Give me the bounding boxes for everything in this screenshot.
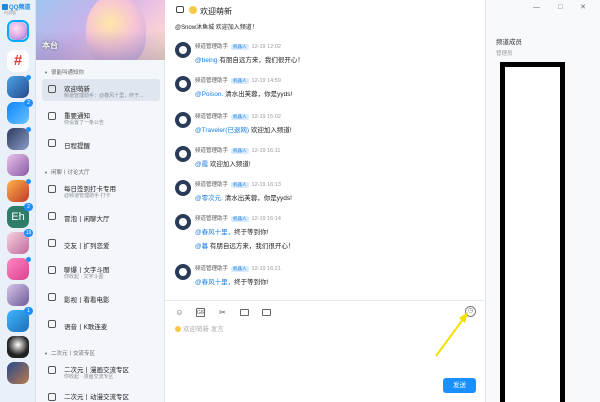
members-panel: — □ ✕ 频道成员 管理员: [485, 0, 600, 402]
message-item: 频道管理助手 机器人 12-19 16:14 @春风十里，终于等到你! @暮 有朋自…: [175, 214, 475, 254]
bot-avatar[interactable]: [175, 146, 191, 162]
user-mention[interactable]: @春风十里，: [195, 279, 234, 286]
user-mention[interactable]: @零次元.: [195, 195, 223, 202]
gif-icon[interactable]: GIF: [196, 308, 205, 317]
microphone-icon: [48, 320, 56, 328]
smile-emoji-icon: [189, 6, 197, 14]
channel-item-bubble-hall[interactable]: 冒泡丨闲聊大厅: [42, 206, 160, 228]
bot-avatar[interactable]: [175, 42, 191, 58]
chat-bubble-icon: [48, 393, 56, 401]
scissors-icon[interactable]: ✂: [218, 308, 227, 317]
chat-bubble-icon: [48, 212, 56, 220]
guild-icon-13[interactable]: [7, 336, 29, 358]
chat-header: 欢迎萌新: [165, 0, 485, 24]
screen-share-icon[interactable]: [262, 309, 271, 316]
guild-icon-9[interactable]: 19: [7, 229, 33, 254]
guild-icon-hash[interactable]: #: [7, 50, 29, 72]
chat-area: 欢迎萌新 @Snow沐鱼城 欢迎加入频道！ 频道管理助手 机器人 12-19 12:…: [165, 0, 485, 402]
folder-icon[interactable]: [240, 309, 249, 316]
channel-item-checkin[interactable]: 每日签到打卡专用 @频道管理助手 打卡: [42, 179, 160, 201]
guild-icon-current[interactable]: [7, 20, 29, 42]
guild-icon-7[interactable]: [7, 179, 31, 202]
message-fragment: @Snow沐鱼城 欢迎加入频道！: [175, 25, 258, 31]
chat-bubble-icon: [176, 6, 184, 13]
chat-bubble-icon: [48, 85, 56, 93]
user-mention[interactable]: @Traveler(已退网): [195, 127, 249, 134]
channel-item-voice[interactable]: 语音丨K歌连麦: [42, 314, 160, 336]
bot-avatar[interactable]: [175, 112, 191, 128]
app-edition: 内测版: [4, 10, 16, 15]
message-composer: ☺ GIF ✂ ◷ 欢迎萌新 发言 发送: [165, 300, 485, 402]
user-mention[interactable]: @暮: [195, 243, 208, 250]
announcement-icon: [48, 112, 56, 120]
chat-bubble-icon: [48, 239, 56, 247]
channel-item-friends[interactable]: 交友丨扩列恋爱: [42, 233, 160, 255]
channel-item-manga[interactable]: 二次元丨漫画交流专区 你收起 · 漫画交流专区: [42, 360, 160, 382]
guild-icon-10[interactable]: [7, 257, 31, 280]
channel-item-announcement[interactable]: 重要通知 你设置了一条公告: [42, 106, 160, 128]
bot-avatar[interactable]: [175, 214, 191, 230]
members-title: 频道成员: [496, 39, 522, 46]
section-header-notify[interactable]: ▼ 很能叫通知你: [44, 68, 84, 76]
guild-icon-5[interactable]: [7, 127, 31, 150]
channel-item-movies[interactable]: 影视丨看看电影: [42, 287, 160, 309]
guild-name: 本台: [42, 41, 58, 50]
bot-avatar[interactable]: [175, 264, 191, 280]
clock-history-icon[interactable]: ◷: [465, 306, 476, 317]
user-mention[interactable]: @being: [195, 57, 218, 64]
bot-avatar[interactable]: [175, 76, 191, 92]
guild-icon-12[interactable]: 1: [7, 307, 33, 332]
channel-item-schedule[interactable]: 日程提醒: [42, 133, 160, 155]
redacted-region: [500, 62, 565, 402]
user-mention[interactable]: @春风十里，: [195, 229, 234, 236]
guild-banner: 本台: [36, 0, 165, 60]
bot-avatar[interactable]: [175, 180, 191, 196]
channel-panel: 本台 ▼ 很能叫通知你 欢迎萌新 频道管理助手：@春风十里，终于... 重要通知 …: [36, 0, 165, 402]
chat-bubble-icon: [48, 366, 56, 374]
members-role-label: 管理员: [496, 51, 513, 57]
send-button[interactable]: 发送: [443, 378, 476, 393]
window-controls[interactable]: — □ ✕: [533, 3, 594, 11]
message-input[interactable]: 欢迎萌新 发言: [175, 323, 465, 335]
channel-title: 欢迎萌新: [200, 7, 232, 16]
guild-icon-4[interactable]: 2: [7, 99, 33, 124]
section-header-acg[interactable]: ▼ 二次元丨交流专区: [44, 349, 95, 357]
calendar-icon: [48, 139, 56, 147]
guild-rail: QQ频道 内测版 # 2 Eh 2 19 1: [0, 0, 36, 402]
guild-icon-11[interactable]: [7, 284, 29, 306]
channel-item-welcome[interactable]: 欢迎萌新 频道管理助手：@春风十里，终于...: [42, 79, 160, 101]
section-header-chat[interactable]: ▼ 闲聊丨讨论大厅: [44, 168, 89, 176]
user-mention[interactable]: @Poison.: [195, 91, 223, 98]
message-item: 频道管理助手 机器人 12-19 14:59 @Poison. 清水出芙蓉，你是yy…: [175, 76, 475, 116]
smile-emoji-icon: [175, 326, 181, 333]
channel-item-text-meme[interactable]: 聊爆丨文字斗图 你收起 · 文字斗图: [42, 260, 160, 282]
user-mention[interactable]: @霞: [195, 161, 208, 168]
smile-icon[interactable]: ☺: [175, 308, 184, 317]
guild-icon-14[interactable]: [7, 362, 29, 384]
channel-item-anime[interactable]: 二次元丨动漫交流专区: [42, 387, 160, 402]
chat-bubble-icon: [48, 266, 56, 274]
guild-icon-3[interactable]: [7, 75, 31, 98]
guild-icon-eh[interactable]: Eh 2: [7, 203, 33, 228]
message-item: 频道管理助手 机器人 12-19 16:21 @春风十里，终于等到你!: [175, 264, 475, 304]
video-icon: [48, 293, 56, 301]
chat-bubble-icon: [48, 185, 56, 193]
guild-icon-6[interactable]: [7, 154, 29, 176]
